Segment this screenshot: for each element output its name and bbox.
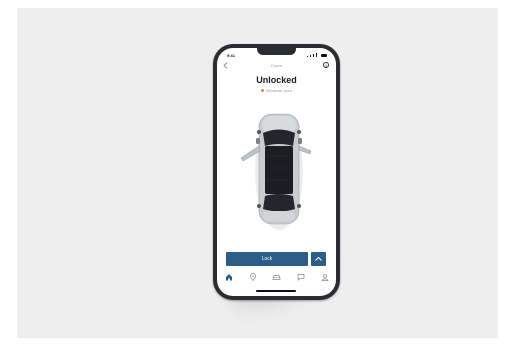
signal-icon <box>316 53 317 57</box>
warning-dot-icon <box>260 89 264 93</box>
status-icons <box>307 53 327 57</box>
signal-icon <box>307 56 308 57</box>
chevron-up-icon <box>315 256 322 261</box>
lock-status: Unlocked <box>256 75 297 85</box>
expand-button[interactable] <box>311 252 326 266</box>
warning-text: Windows open <box>265 88 293 93</box>
car-icon <box>272 275 281 280</box>
tab-messages[interactable] <box>294 272 307 282</box>
home-indicator <box>256 290 296 292</box>
tab-bar <box>222 272 331 282</box>
lock-button[interactable]: Lock <box>226 252 308 266</box>
notch <box>257 48 296 55</box>
battery-icon <box>321 54 327 57</box>
app-screen: 9:41 Doors i Unlocked Windows open Lock <box>217 48 336 296</box>
tab-map[interactable] <box>246 272 259 282</box>
chat-icon <box>297 274 304 281</box>
home-icon <box>225 274 232 281</box>
signal-icon <box>313 54 314 57</box>
map-pin-icon <box>249 273 256 281</box>
profile-icon <box>320 273 329 281</box>
phone-frame: 9:41 Doors i Unlocked Windows open Lock <box>213 44 340 300</box>
signal-icon <box>310 55 311 57</box>
status-time: 9:41 <box>227 53 236 58</box>
car-top-view-icon <box>240 113 312 230</box>
tab-car[interactable] <box>270 272 283 282</box>
tab-profile[interactable] <box>318 272 331 282</box>
nav-title: Doors <box>271 63 282 68</box>
warning-line: Windows open <box>217 88 336 93</box>
info-icon[interactable]: i <box>323 62 329 68</box>
tab-home[interactable] <box>222 272 235 282</box>
